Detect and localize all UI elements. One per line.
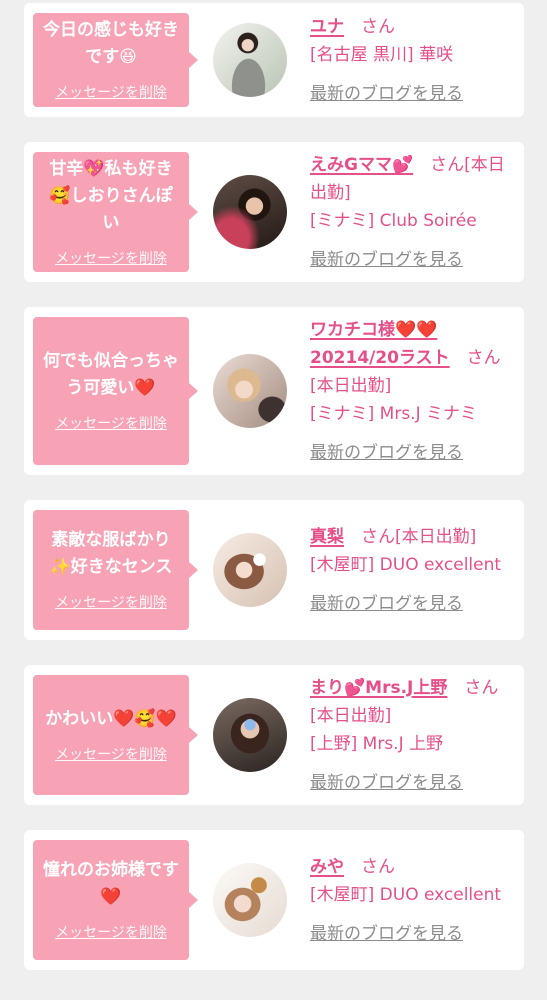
cast-avatar[interactable]: [213, 175, 287, 249]
message-list: 今日の感じも好きです😆 メッセージを削除 ユナ さん [名古屋 黒川] 華咲 最新…: [0, 0, 547, 970]
honorific: さん: [466, 347, 501, 368]
delete-message-link[interactable]: メッセージを削除: [55, 745, 167, 765]
message-card: 今日の感じも好きです😆 メッセージを削除 ユナ さん [名古屋 黒川] 華咲 最新…: [24, 3, 524, 117]
cast-info: ワカチコ様❤️❤️20214/20ラスト さん [本日出勤] [ミナミ] Mrs.J…: [310, 316, 506, 467]
honorific: さん: [430, 154, 465, 175]
cast-info: 真梨 さん[本日出勤] [木屋町] DUO excellent 最新のブログを見る: [310, 523, 506, 618]
work-status: [本日出勤]: [310, 705, 392, 726]
cast-avatar[interactable]: [213, 863, 287, 937]
shop-info: [木屋町] DUO excellent: [310, 554, 502, 575]
message-card: 憧れのお姉様です❤️ メッセージを削除 みや さん [木屋町] DUO excel…: [24, 830, 524, 970]
blog-link-row: 最新のブログを見る: [310, 439, 506, 467]
delete-message-link[interactable]: メッセージを削除: [55, 249, 167, 269]
work-status: [本日出勤]: [310, 375, 392, 396]
cast-avatar[interactable]: [213, 698, 287, 772]
message-text: かわいい❤️🥰❤️: [45, 708, 177, 729]
message-card: 素敵な服ばかり✨好きなセンス メッセージを削除 真梨 さん[本日出勤] [木屋町]…: [24, 500, 524, 640]
shop-info: [ミナミ] Mrs.J ミナミ: [310, 403, 478, 424]
message-text: 何でも似合っちゃう可愛い❤️: [43, 351, 179, 398]
message-text: 素敵な服ばかり✨好きなセンス: [49, 530, 173, 577]
shop-info: [ミナミ] Club Soirée: [310, 210, 477, 231]
message-text: 今日の感じも好きです😆: [43, 20, 179, 67]
shop-info: [木屋町] DUO excellent: [310, 884, 502, 905]
cast-info: ユナ さん [名古屋 黒川] 華咲 最新のブログを見る: [310, 13, 506, 108]
cast-avatar[interactable]: [213, 533, 287, 607]
cast-title-line: まり💕Mrs.J上野 さん [本日出勤]: [310, 674, 506, 730]
honorific: さん: [361, 856, 395, 877]
cast-name-link[interactable]: みや: [310, 857, 344, 877]
message-bubble: 今日の感じも好きです😆 メッセージを削除: [33, 13, 198, 107]
shop-info: [名古屋 黒川] 華咲: [310, 44, 454, 65]
blog-link-row: 最新のブログを見る: [310, 590, 506, 618]
message-bubble: 素敵な服ばかり✨好きなセンス メッセージを削除: [33, 510, 198, 630]
cast-info: まり💕Mrs.J上野 さん [本日出勤] [上野] Mrs.J 上野 最新のブログを…: [310, 674, 506, 797]
cast-title-line: えみGママ💕 さん[本日出勤]: [310, 151, 506, 207]
message-bubble: 憧れのお姉様です❤️ メッセージを削除: [33, 840, 198, 960]
delete-message-link[interactable]: メッセージを削除: [55, 923, 167, 943]
cast-name-link[interactable]: 真梨: [310, 527, 344, 547]
work-status: [本日出勤]: [395, 526, 477, 547]
cast-info: えみGママ💕 さん[本日出勤] [ミナミ] Club Soirée 最新のブログを…: [310, 151, 506, 274]
cast-title-line: 真梨 さん[本日出勤]: [310, 523, 506, 551]
cast-name-link[interactable]: えみGママ💕: [310, 155, 413, 175]
latest-blog-link[interactable]: 最新のブログを見る: [310, 250, 463, 270]
cast-name-link[interactable]: ワカチコ様❤️❤️20214/20ラスト: [310, 320, 450, 368]
cast-title-line: ワカチコ様❤️❤️20214/20ラスト さん [本日出勤]: [310, 316, 506, 400]
message-card: 何でも似合っちゃう可愛い❤️ メッセージを削除 ワカチコ様❤️❤️20214/2…: [24, 307, 524, 475]
blog-link-row: 最新のブログを見る: [310, 80, 506, 108]
message-text: 憧れのお姉様です❤️: [43, 860, 179, 907]
latest-blog-link[interactable]: 最新のブログを見る: [310, 84, 463, 104]
cast-title-line: ユナ さん: [310, 13, 506, 41]
honorific: さん: [464, 677, 499, 698]
blog-link-row: 最新のブログを見る: [310, 246, 506, 274]
latest-blog-link[interactable]: 最新のブログを見る: [310, 924, 463, 944]
blog-link-row: 最新のブログを見る: [310, 769, 506, 797]
message-bubble: かわいい❤️🥰❤️ メッセージを削除: [33, 675, 198, 795]
honorific: さん: [361, 16, 395, 37]
cast-avatar[interactable]: [213, 354, 287, 428]
message-bubble: 何でも似合っちゃう可愛い❤️ メッセージを削除: [33, 317, 198, 465]
cast-title-line: みや さん: [310, 853, 506, 881]
delete-message-link[interactable]: メッセージを削除: [55, 83, 167, 103]
blog-link-row: 最新のブログを見る: [310, 920, 506, 948]
message-card: かわいい❤️🥰❤️ メッセージを削除 まり💕Mrs.J上野 さん [本日出勤] [上…: [24, 665, 524, 805]
honorific: さん: [361, 526, 395, 547]
latest-blog-link[interactable]: 最新のブログを見る: [310, 594, 463, 614]
message-bubble: 甘辛💖私も好き🥰しおりさんぽい メッセージを削除: [33, 152, 198, 272]
cast-avatar[interactable]: [213, 23, 287, 97]
delete-message-link[interactable]: メッセージを削除: [55, 593, 167, 613]
message-text: 甘辛💖私も好き🥰しおりさんぽい: [49, 158, 173, 233]
message-card: 甘辛💖私も好き🥰しおりさんぽい メッセージを削除 えみGママ💕 さん[本日出勤] …: [24, 142, 524, 282]
latest-blog-link[interactable]: 最新のブログを見る: [310, 443, 463, 463]
cast-name-link[interactable]: まり💕Mrs.J上野: [310, 678, 447, 698]
latest-blog-link[interactable]: 最新のブログを見る: [310, 773, 463, 793]
delete-message-link[interactable]: メッセージを削除: [55, 414, 167, 434]
cast-name-link[interactable]: ユナ: [310, 17, 344, 37]
cast-info: みや さん [木屋町] DUO excellent 最新のブログを見る: [310, 853, 506, 948]
shop-info: [上野] Mrs.J 上野: [310, 733, 444, 754]
